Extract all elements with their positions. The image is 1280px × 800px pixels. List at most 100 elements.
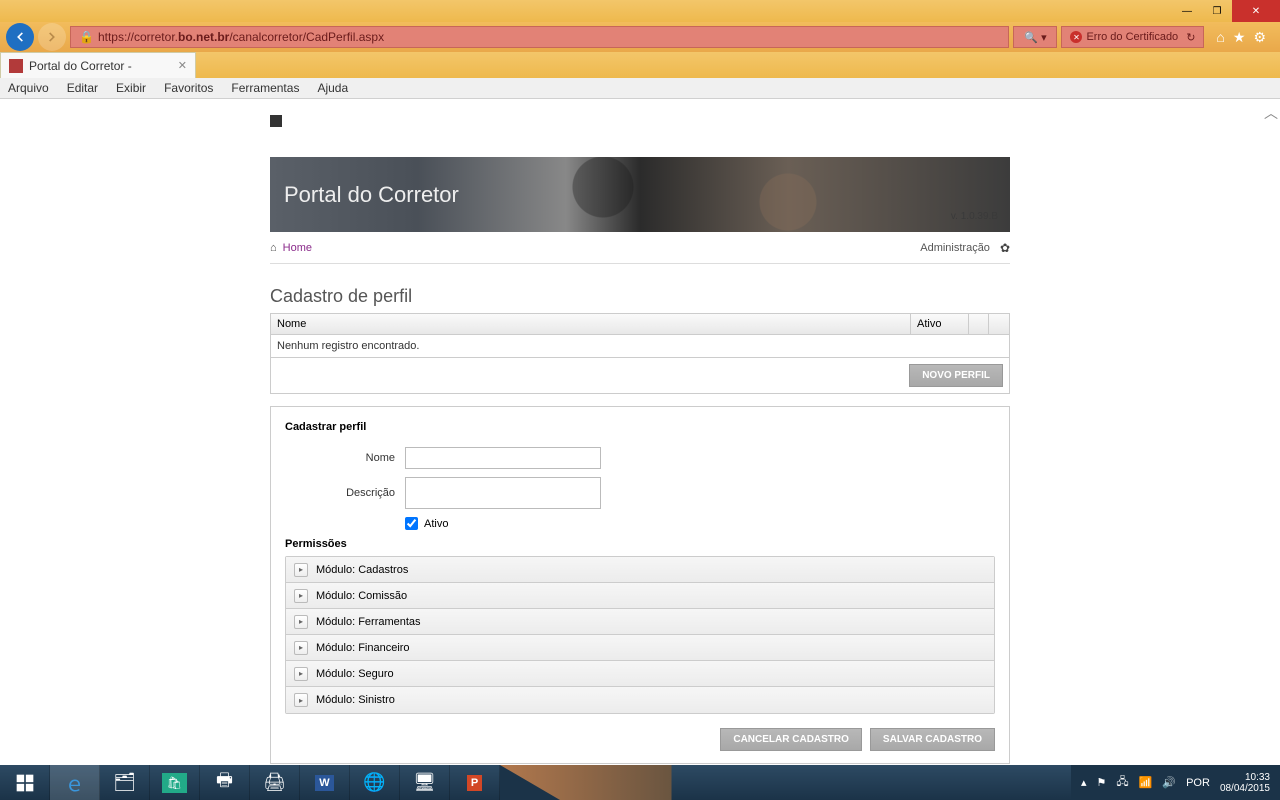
grid-header: Nome Ativo [271,314,1009,335]
taskbar-ie[interactable]: ｅ [50,765,100,800]
broken-image-icon [270,115,282,127]
module-label: Módulo: Comissão [316,590,407,602]
tray-language[interactable]: POR [1186,777,1210,789]
address-bar: 🔒 https://corretor.bo.net.br/canalcorret… [0,22,1280,52]
taskbar-chrome[interactable]: 🌐 [350,765,400,800]
favicon-icon [9,59,23,73]
module-label: Módulo: Cadastros [316,564,408,576]
label-descricao: Descrição [285,487,405,499]
col-nome[interactable]: Nome [271,314,911,334]
module-row[interactable]: ▸Módulo: Seguro [286,661,994,687]
taskbar-scanner[interactable]: 🖶 [200,765,250,800]
taskbar-explorer[interactable]: 🗂 [100,765,150,800]
close-button[interactable]: ✕ [1232,0,1280,22]
chevron-right-icon: ▸ [294,693,308,707]
menu-exibir[interactable]: Exibir [116,81,146,95]
menu-ajuda[interactable]: Ajuda [317,81,348,95]
start-button[interactable] [0,765,50,800]
taskbar-store[interactable]: 🛍 [150,765,200,800]
taskbar-word[interactable]: W [300,765,350,800]
url-text-host: bo.net.br [178,30,229,44]
tray-flag-icon[interactable]: ⚑ [1097,776,1107,789]
tray-network-icon[interactable]: 🖧 [1116,773,1128,792]
search-box[interactable]: 🔍 ▾ [1013,26,1057,48]
module-row[interactable]: ▸ Módulo: Comissão [286,583,994,609]
module-row[interactable]: ▸ Módulo: Sinistro [286,687,994,713]
taskbar-powerpoint[interactable]: P [450,765,500,800]
menu-editar[interactable]: Editar [67,81,98,95]
tray-volume-icon[interactable]: 🔊 [1162,776,1176,789]
refresh-icon[interactable]: ↻ [1186,31,1195,44]
page-viewport: ︿ Portal do Corretor v. 1.0.39.B ⌂ Home … [0,99,1280,765]
scroll-up-icon[interactable]: ︿ [1264,103,1278,123]
error-icon: ✕ [1070,31,1082,43]
save-button[interactable]: SALVAR CADASTRO [870,728,995,751]
clock-date: 08/04/2015 [1220,783,1270,794]
clock-time: 10:33 [1220,772,1270,783]
breadcrumb: ⌂ Home Administração ✿ [270,232,1010,264]
page-title: Cadastro de perfil [270,286,1010,307]
tab-title: Portal do Corretor - [29,59,132,73]
page-banner: Portal do Corretor v. 1.0.39.B [270,157,1010,232]
certificate-error-label: Erro do Certificado [1086,31,1178,43]
taskbar-spacer [500,765,1071,800]
modules-list: ▸Módulo: Cadastros ▸Módulo: Comissão ▸Mó… [285,556,995,714]
breadcrumb-home[interactable]: Home [283,242,312,254]
module-row[interactable]: ▸Módulo: Cadastros [286,557,994,583]
taskbar-printer[interactable]: 🖨 [250,765,300,800]
module-label: Módulo: Financeiro [316,642,410,654]
new-profile-button[interactable]: NOVO PERFIL [909,364,1003,387]
tab-bar: Portal do Corretor - ✕ [0,52,1280,78]
col-action-1 [969,314,989,334]
forward-button[interactable] [38,23,66,51]
back-button[interactable] [6,23,34,51]
tools-icon[interactable]: ⚙ [1253,29,1266,46]
menu-arquivo[interactable]: Arquivo [8,81,49,95]
module-label: Módulo: Ferramentas [316,616,421,628]
grid-empty-msg: Nenhum registro encontrado. [271,335,1009,358]
form-title: Cadastrar perfil [285,421,995,433]
label-ativo: Ativo [424,518,448,530]
maximize-button[interactable]: ❐ [1202,0,1232,22]
home-icon[interactable]: ⌂ [1216,29,1224,46]
tray-wifi-icon[interactable]: 📶 [1139,776,1153,789]
nome-input[interactable] [405,447,601,469]
tray-up-icon[interactable]: ▴ [1081,776,1087,789]
menu-favoritos[interactable]: Favoritos [164,81,213,95]
module-label: Módulo: Sinistro [316,694,395,706]
banner-title: Portal do Corretor [284,182,459,208]
taskbar-control[interactable]: 🖥 [400,765,450,800]
module-row[interactable]: ▸ Módulo: Ferramentas [286,609,994,635]
cancel-button[interactable]: CANCELAR CADASTRO [720,728,862,751]
form-panel: Cadastrar perfil Nome Descrição Ativo Pe… [270,406,1010,764]
certificate-error[interactable]: ✕ Erro do Certificado ↻ [1061,26,1204,48]
descricao-textarea[interactable] [405,477,601,509]
url-field[interactable]: 🔒 https://corretor.bo.net.br/canalcorret… [70,26,1009,48]
module-label: Módulo: Seguro [316,668,394,680]
chevron-right-icon: ▸ [294,589,308,603]
permissions-title: Permissões [285,538,995,550]
gear-icon[interactable]: ✿ [1000,241,1010,255]
home-icon: ⌂ [270,242,277,254]
minimize-button[interactable]: ― [1172,0,1202,22]
chevron-right-icon: ▸ [294,615,308,629]
version-label: v. 1.0.39.B [951,211,998,222]
chevron-right-icon: ▸ [294,641,308,655]
label-nome: Nome [285,452,405,464]
tray-clock[interactable]: 10:33 08/04/2015 [1220,772,1270,794]
tab-close-icon[interactable]: ✕ [178,59,187,72]
col-action-2 [989,314,1009,334]
taskbar: ｅ 🗂 🛍 🖶 🖨 W 🌐 🖥 P ▴ ⚑ 🖧 📶 🔊 POR 10:33 08… [0,765,1280,800]
lock-icon: 🔒 [79,30,94,44]
profile-grid: Nome Ativo Nenhum registro encontrado. N… [270,313,1010,394]
col-ativo[interactable]: Ativo [911,314,969,334]
browser-tab[interactable]: Portal do Corretor - ✕ [0,52,196,78]
menu-bar: Arquivo Editar Exibir Favoritos Ferramen… [0,78,1280,99]
module-row[interactable]: ▸ Módulo: Financeiro [286,635,994,661]
window-titlebar: ― ❐ ✕ [0,0,1280,22]
url-text-prefix: https://corretor. [98,30,178,44]
breadcrumb-admin[interactable]: Administração [920,242,990,254]
menu-ferramentas[interactable]: Ferramentas [231,81,299,95]
favorites-icon[interactable]: ★ [1233,29,1246,46]
ativo-checkbox[interactable] [405,517,418,530]
